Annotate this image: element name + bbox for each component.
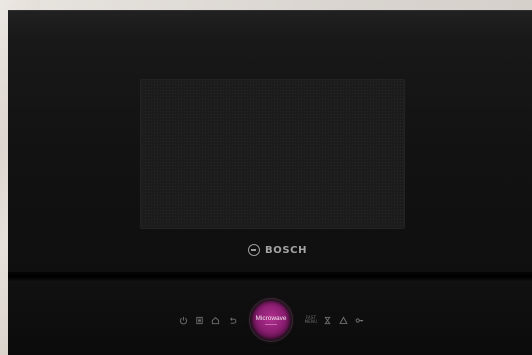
mode-dial[interactable]: Microwave [252,301,290,339]
back-icon[interactable] [227,315,237,325]
fast-preheat-icon[interactable]: FAST MENU [304,315,318,325]
timer-icon[interactable] [322,315,332,325]
home-icon[interactable] [210,315,220,325]
alert-icon[interactable] [338,315,348,325]
menu-icon[interactable] [194,315,204,325]
bosch-logo-icon [248,244,260,256]
dial-indicator [265,324,277,325]
power-icon[interactable] [178,315,188,325]
brand-name: BOSCH [265,244,308,256]
door-panel-gap [8,272,532,282]
dial-label: Microwave [255,315,287,322]
door-window [140,79,405,229]
lock-icon[interactable] [354,315,364,325]
fast-menu-label: FAST MENU [304,315,318,324]
brand-badge: BOSCH [248,243,307,257]
